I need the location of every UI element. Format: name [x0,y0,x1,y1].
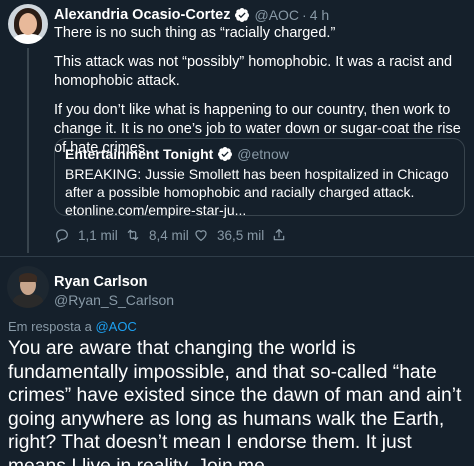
in-reply-to: Em resposta a @AOC [8,319,137,334]
share-icon [273,229,285,241]
author-name[interactable]: Alexandria Ocasio-Cortez [54,7,230,23]
reply-tweet-text: You are aware that changing the world is… [8,338,462,466]
divider [0,256,474,257]
retweet-count: 8,4 mil [149,227,189,243]
retweet-icon [127,229,139,241]
reply-prefix: Em resposta a [8,319,92,334]
like-count: 36,5 mil [217,227,265,243]
retweet-button[interactable]: 8,4 mil [125,227,193,243]
author-handle[interactable]: @AOC [254,7,299,23]
reply-button[interactable]: 1,1 mil [54,227,125,243]
aoc-avatar[interactable] [8,4,48,44]
quoted-header: Entertainment Tonight @etnow [65,145,454,163]
verified-icon [235,8,250,22]
reply-author-name[interactable]: Ryan Carlson [54,274,147,290]
tweet-paragraph: There is no such thing as “racially char… [54,25,336,41]
tweet-actions: 1,1 mil 8,4 mil 36,5 mil [54,226,295,244]
like-icon [195,230,207,241]
reply-author-handle[interactable]: @Ryan_S_Carlson [54,292,174,308]
tweet-paragraph: This attack was not “possibly” homophobi… [54,54,453,89]
quoted-author-handle: @etnow [237,146,289,162]
ryan-avatar[interactable] [7,266,49,308]
reply-to-mention[interactable]: @AOC [95,319,136,334]
verified-icon [218,147,233,161]
reply-icon [56,229,68,243]
original-tweet[interactable]: Alexandria Ocasio-Cortez @AOC · 4 h Ther… [0,0,474,255]
tweet-time[interactable]: 4 h [310,7,329,23]
quoted-tweet[interactable]: Entertainment Tonight @etnow BREAKING: J… [54,138,465,218]
thread-line [27,48,29,253]
quoted-text: BREAKING: Jussie Smollett has been hospi… [65,166,449,218]
share-button[interactable] [271,227,295,243]
quoted-author-name: Entertainment Tonight [65,146,214,162]
like-button[interactable]: 36,5 mil [193,227,271,243]
reply-count: 1,1 mil [78,227,118,243]
tweet-header: Alexandria Ocasio-Cortez @AOC · 4 h [54,6,329,24]
separator-dot: · [302,7,307,23]
